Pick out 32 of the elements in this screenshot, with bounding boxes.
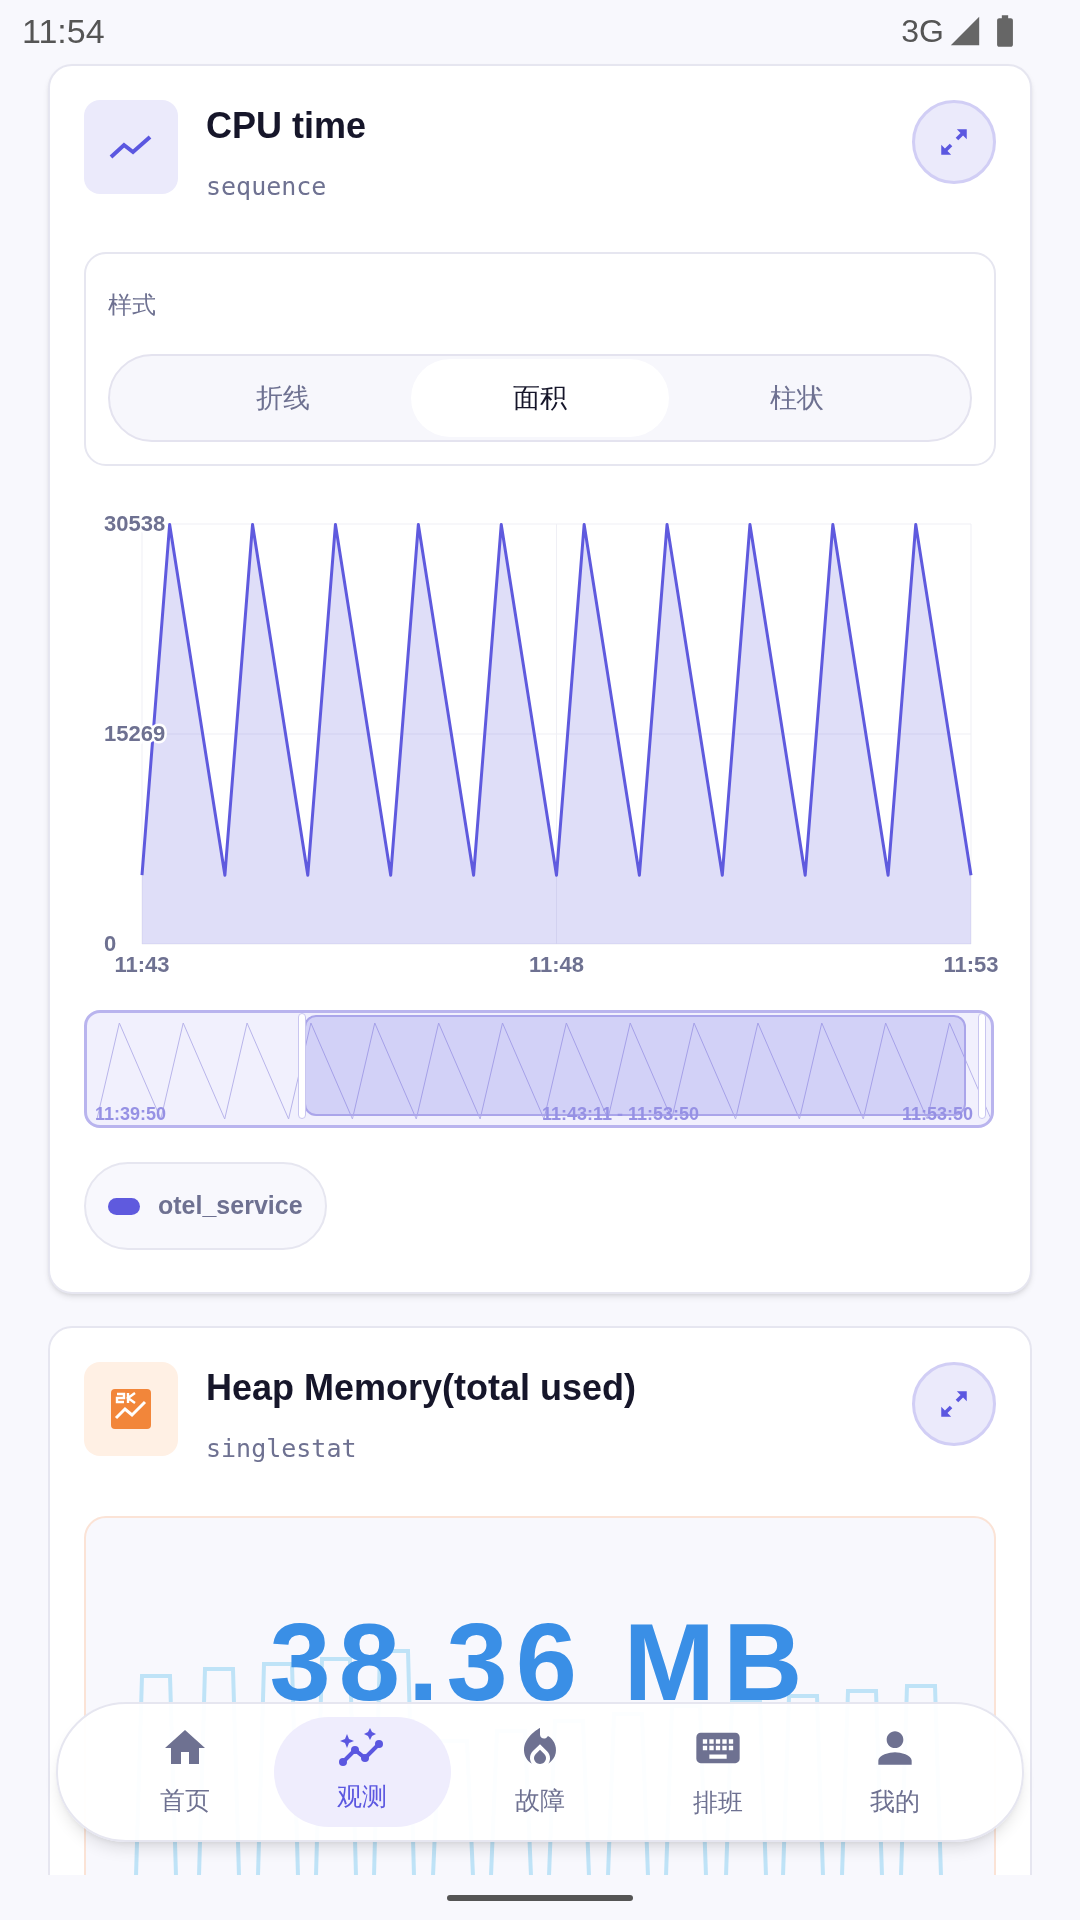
segment-tab[interactable]: 折线: [154, 359, 412, 437]
network-type: 3G: [901, 12, 944, 51]
gesture-handle[interactable]: [447, 1894, 633, 1901]
legend-chip[interactable]: otel_service: [84, 1162, 327, 1250]
x-axis-label: 11:53: [943, 952, 999, 972]
panel-type: sequence: [206, 172, 328, 202]
panel-title: CPU time: [206, 104, 368, 148]
number-chart-icon: [111, 1389, 151, 1429]
nav-tab[interactable]: 观测: [273, 1717, 452, 1827]
panel-type: singlestat: [206, 1434, 358, 1464]
range-end-time: 11:53:50: [901, 1103, 973, 1125]
range-selector[interactable]: 11:39:50 11:43:11 - 11:53:50 11:53:50: [84, 1010, 994, 1128]
trend-line-icon: [109, 134, 153, 160]
selected-range-time: 11:43:11 - 11:53:50: [542, 1103, 700, 1125]
segment-tab[interactable]: 柱状: [668, 359, 926, 437]
nav-tab[interactable]: 我的: [806, 1717, 984, 1827]
style-label: 样式: [108, 290, 157, 320]
signal-icon: [948, 14, 982, 48]
nav-tab[interactable]: 故障: [451, 1717, 629, 1827]
segment-tab[interactable]: 面积: [411, 359, 669, 437]
y-axis-label: 30538: [104, 511, 166, 536]
status-time: 11:54: [22, 10, 105, 52]
panel-title: Heap Memory(total used): [206, 1366, 638, 1410]
x-axis-label: 11:43: [114, 952, 170, 972]
y-axis-label: 0: [104, 931, 117, 956]
range-handle[interactable]: [978, 1013, 986, 1119]
legend-label: otel_service: [158, 1190, 303, 1222]
range-start-time: 11:39:50: [95, 1103, 167, 1125]
nav-tab[interactable]: 排班: [628, 1717, 807, 1827]
x-axis-label: 11:48: [528, 952, 585, 972]
nav-tab[interactable]: 首页: [96, 1717, 274, 1827]
range-handle[interactable]: [298, 1013, 306, 1119]
